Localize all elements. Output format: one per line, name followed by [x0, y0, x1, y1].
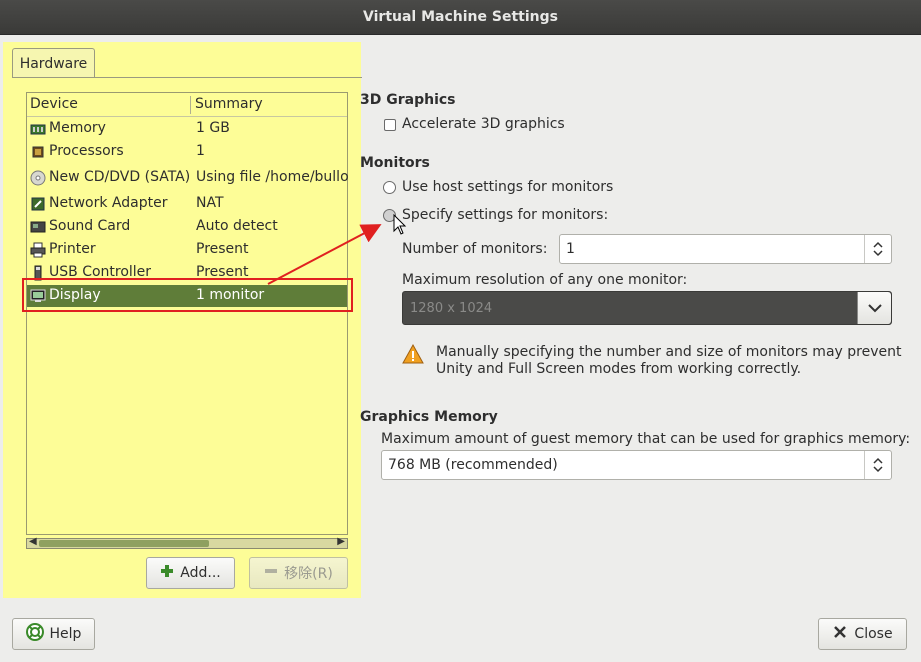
device-name: Sound Card [49, 218, 131, 234]
add-button[interactable]: Add... [146, 557, 235, 589]
device-summary: 1 GB [196, 120, 230, 136]
section-title-3d-graphics: 3D Graphics [360, 92, 456, 108]
minus-icon [264, 564, 278, 582]
radio-use-host-settings[interactable] [383, 181, 396, 194]
device-summary: Using file /home/bullo [196, 169, 348, 185]
close-icon [832, 624, 848, 644]
device-row-sound-card[interactable]: Sound Card Auto detect [27, 216, 347, 238]
list-header: Device Summary [27, 93, 347, 117]
device-row-memory[interactable]: Memory 1 GB [27, 118, 347, 140]
number-of-monitors-label: Number of monitors: [402, 241, 548, 257]
window-titlebar: Virtual Machine Settings [0, 0, 921, 35]
device-summary: Present [196, 241, 249, 257]
column-header-device[interactable]: Device [30, 96, 78, 112]
warning-line-2: Unity and Full Screen modes from working… [436, 361, 802, 377]
monitor-warning-text: Manually specifying the number and size … [436, 344, 906, 378]
sound-card-icon [30, 219, 46, 235]
annotation-box [22, 278, 353, 312]
tab-hardware[interactable]: Hardware [12, 48, 95, 78]
help-button-label: Help [49, 626, 82, 642]
warning-line-1: Manually specifying the number and size … [436, 344, 902, 360]
column-header-summary[interactable]: Summary [195, 96, 263, 112]
cd-dvd-icon [30, 170, 46, 186]
close-button-label: Close [854, 626, 893, 642]
number-of-monitors-value: 1 [566, 241, 575, 257]
max-resolution-value: 1280 x 1024 [410, 301, 493, 316]
tab-hardware-label: Hardware [19, 55, 88, 72]
use-host-settings-label[interactable]: Use host settings for monitors [402, 179, 613, 195]
device-name: Network Adapter [49, 195, 168, 211]
device-summary: 1 [196, 143, 205, 159]
memory-icon [30, 121, 46, 137]
device-row-cd-dvd[interactable]: New CD/DVD (SATA) Using file /home/bullo [27, 167, 348, 189]
column-separator[interactable] [190, 96, 191, 114]
device-row-processors[interactable]: Processors 1 [27, 141, 347, 163]
close-button[interactable]: Close [818, 618, 907, 650]
device-list[interactable]: Device Summary Memory 1 GB Processors 1 … [26, 92, 348, 535]
number-of-monitors-stepper[interactable]: 1 [559, 234, 892, 264]
accelerate-3d-label[interactable]: Accelerate 3D graphics [402, 116, 565, 132]
specify-settings-label[interactable]: Specify settings for monitors: [402, 207, 608, 223]
device-name: Processors [49, 143, 124, 159]
add-button-label: Add... [180, 565, 221, 581]
section-title-monitors: Monitors [360, 155, 430, 171]
network-adapter-icon [30, 196, 46, 212]
stepper-arrows-icon[interactable] [864, 235, 891, 263]
help-lifebuoy-icon [25, 623, 44, 645]
scrollbar-thumb[interactable] [39, 540, 209, 547]
device-row-printer[interactable]: Printer Present [27, 239, 347, 261]
remove-button[interactable]: 移除(R) [249, 557, 348, 589]
graphics-memory-label: Maximum amount of guest memory that can … [381, 431, 911, 447]
device-summary: Auto detect [196, 218, 278, 234]
help-button[interactable]: Help [12, 618, 95, 650]
device-row-network-adapter[interactable]: Network Adapter NAT [27, 193, 347, 215]
max-resolution-label: Maximum resolution of any one monitor: [402, 272, 688, 288]
scroll-left-icon[interactable]: ◀ [29, 536, 37, 547]
chevron-down-icon[interactable] [857, 292, 891, 324]
max-resolution-select[interactable]: 1280 x 1024 [402, 291, 892, 325]
warning-icon [402, 344, 424, 364]
section-title-graphics-memory: Graphics Memory [360, 409, 498, 425]
device-name: New CD/DVD (SATA) [49, 169, 191, 185]
graphics-memory-value: 768 MB (recommended) [388, 457, 558, 473]
device-name: Memory [49, 120, 106, 136]
updown-arrows-icon[interactable] [864, 451, 891, 479]
device-summary: NAT [196, 195, 224, 211]
plus-icon [160, 564, 174, 582]
remove-button-label: 移除(R) [284, 566, 333, 582]
mouse-cursor-icon [393, 214, 407, 235]
accelerate-3d-checkbox[interactable] [384, 119, 396, 131]
scroll-right-icon[interactable]: ▶ [337, 536, 345, 547]
graphics-memory-select[interactable]: 768 MB (recommended) [381, 450, 892, 480]
printer-icon [30, 242, 46, 258]
device-list-hscrollbar[interactable]: ◀ ▶ [26, 536, 348, 549]
device-name: Printer [49, 241, 96, 257]
window-title: Virtual Machine Settings [363, 9, 558, 25]
processor-icon [30, 144, 46, 160]
